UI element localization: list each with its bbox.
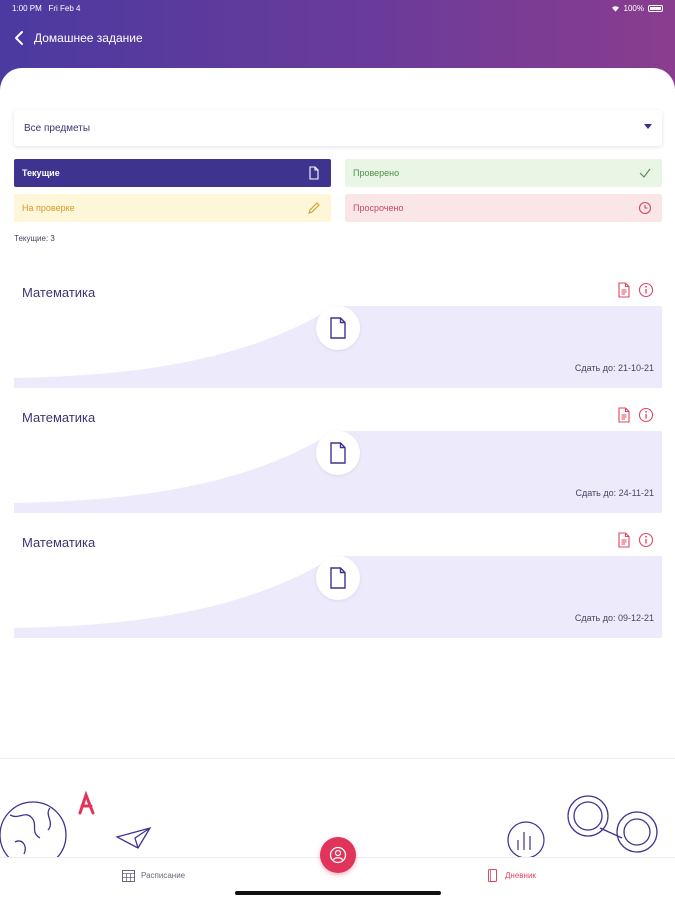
calendar-icon [122, 870, 135, 882]
info-icon[interactable] [638, 282, 654, 298]
document-icon [330, 442, 346, 464]
tab-schedule-label: Расписание [141, 871, 186, 880]
status-bar: 1:00 PM Fri Feb 4 100% [12, 4, 663, 16]
homework-card[interactable]: Математика Сдать до: 24-11-21 [14, 393, 662, 513]
homework-subject: Математика [22, 285, 96, 300]
pdf-document-icon[interactable] [616, 407, 632, 423]
footer-divider [0, 758, 675, 759]
filter-on-review-label: На проверке [22, 203, 75, 213]
home-indicator [235, 891, 441, 895]
homework-actions [616, 282, 654, 298]
tab-schedule[interactable]: Расписание [122, 869, 185, 882]
clock-icon [638, 201, 652, 215]
homework-due-date: Сдать до: 24-11-21 [575, 488, 655, 498]
document-icon [309, 166, 319, 180]
status-right: 100% [611, 4, 663, 13]
pdf-document-icon[interactable] [616, 282, 632, 298]
battery-icon [648, 5, 663, 12]
user-icon [329, 846, 347, 864]
document-icon [330, 317, 346, 339]
homework-card[interactable]: Математика Сдать до: 09-12-21 [14, 518, 662, 638]
filter-current-label: Текущие [22, 168, 60, 178]
profile-fab-button[interactable] [320, 837, 356, 873]
dropdown-arrow-icon [644, 124, 652, 129]
homework-file-button[interactable] [316, 431, 360, 475]
battery-percent: 100% [623, 4, 644, 13]
homework-due-date: Сдать до: 21-10-21 [574, 363, 654, 373]
filter-overdue-label: Просрочено [353, 203, 404, 213]
document-icon [330, 567, 346, 589]
magnifier-doodle-icon [567, 795, 658, 853]
paper-plane-doodle-icon [115, 826, 152, 849]
subject-select-value: Все предметы [24, 122, 91, 134]
globe-doodle-icon [0, 801, 67, 860]
filter-checked-label: Проверено [353, 168, 400, 178]
filter-checked[interactable]: Проверено [345, 159, 662, 187]
homework-subject: Математика [22, 410, 96, 425]
homework-actions [616, 532, 654, 548]
info-icon[interactable] [638, 532, 654, 548]
tab-diary[interactable]: Дневник [486, 869, 536, 882]
status-date: Fri Feb 4 [48, 4, 81, 13]
status-time-date: 1:00 PM Fri Feb 4 [12, 4, 80, 13]
tab-diary-label: Дневник [505, 871, 536, 880]
homework-file-button[interactable] [316, 556, 360, 600]
homework-due-date: Сдать до: 09-12-21 [574, 613, 654, 623]
homework-count: Текущие: 3 [14, 234, 55, 243]
homework-subject: Математика [22, 535, 96, 550]
pencil-icon [308, 202, 320, 214]
filter-current[interactable]: Текущие [14, 159, 331, 187]
chevron-left-icon[interactable] [12, 30, 28, 46]
filter-overdue[interactable]: Просрочено [345, 194, 662, 222]
subject-select[interactable]: Все предметы [14, 110, 662, 146]
homework-file-button[interactable] [316, 306, 360, 350]
diary-icon [488, 869, 497, 882]
checkmark-icon [639, 168, 651, 178]
page-title: Домашнее задание [34, 31, 143, 45]
chart-doodle-icon [507, 821, 545, 859]
homework-actions [616, 407, 654, 423]
filter-on-review[interactable]: На проверке [14, 194, 331, 222]
info-icon[interactable] [638, 407, 654, 423]
homework-card[interactable]: Математика Сдать до: 21-10-21 [14, 268, 662, 388]
letter-a-doodle [78, 790, 95, 815]
nav-bar: Домашнее задание [12, 28, 143, 48]
status-time: 1:00 PM [12, 4, 42, 13]
pdf-document-icon[interactable] [616, 532, 632, 548]
wifi-icon [611, 6, 619, 12]
